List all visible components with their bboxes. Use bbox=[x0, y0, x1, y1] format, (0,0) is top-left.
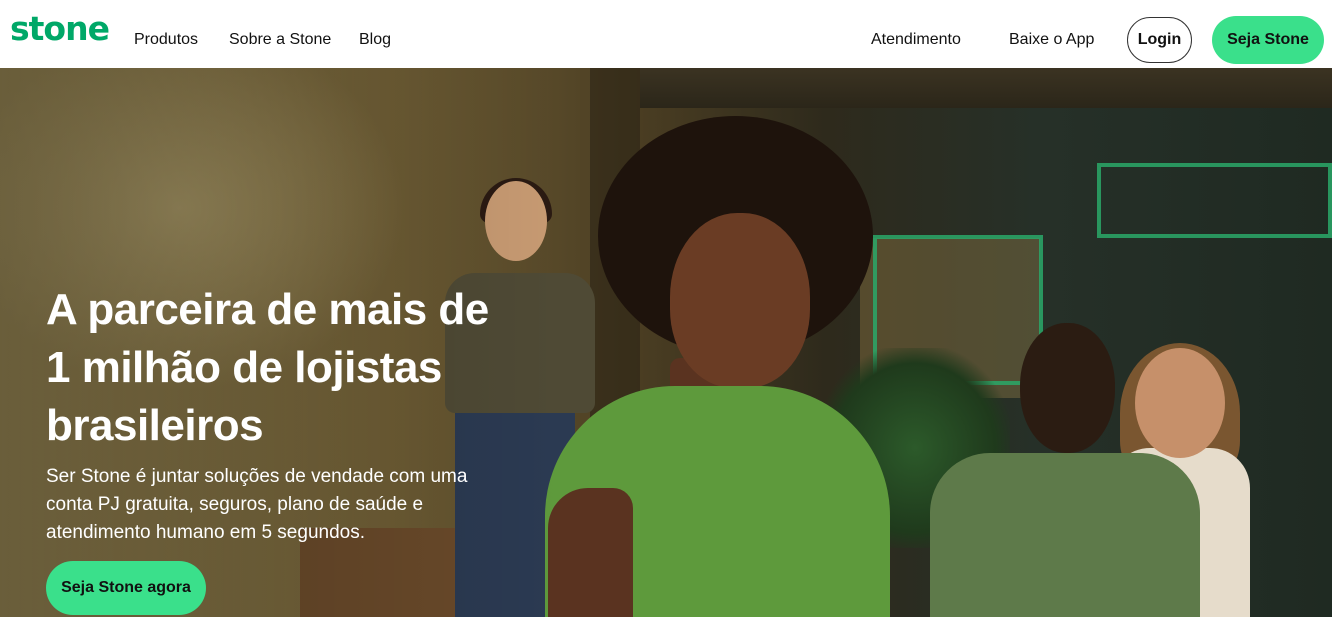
customer-man-figure bbox=[930, 453, 1200, 617]
login-button[interactable]: Login bbox=[1127, 17, 1192, 63]
stone-logo[interactable]: stone bbox=[10, 12, 110, 45]
seja-stone-agora-button[interactable]: Seja Stone agora bbox=[46, 561, 206, 615]
hero-title: A parceira de mais de 1 milhão de lojist… bbox=[46, 285, 489, 450]
site-header: stone Produtos Sobre a Stone Blog Atendi… bbox=[0, 0, 1332, 68]
hero-section: A parceira de mais de 1 milhão de lojist… bbox=[0, 68, 1332, 617]
nav-blog[interactable]: Blog bbox=[359, 30, 391, 50]
nav-baixe-o-app[interactable]: Baixe o App bbox=[1009, 30, 1094, 50]
ceiling bbox=[640, 68, 1332, 108]
main-woman-face bbox=[670, 213, 810, 388]
main-woman-arm bbox=[548, 488, 633, 617]
hero-subtitle: Ser Stone é juntar soluções de vendade c… bbox=[46, 466, 468, 543]
customer-man-head bbox=[1020, 323, 1115, 453]
green-shelf bbox=[1097, 163, 1332, 238]
nav-atendimento[interactable]: Atendimento bbox=[871, 30, 961, 50]
customer-woman-head bbox=[1135, 348, 1225, 458]
seja-stone-button[interactable]: Seja Stone bbox=[1212, 16, 1324, 64]
nav-sobre-a-stone[interactable]: Sobre a Stone bbox=[229, 30, 331, 50]
nav-produtos[interactable]: Produtos bbox=[134, 30, 198, 50]
